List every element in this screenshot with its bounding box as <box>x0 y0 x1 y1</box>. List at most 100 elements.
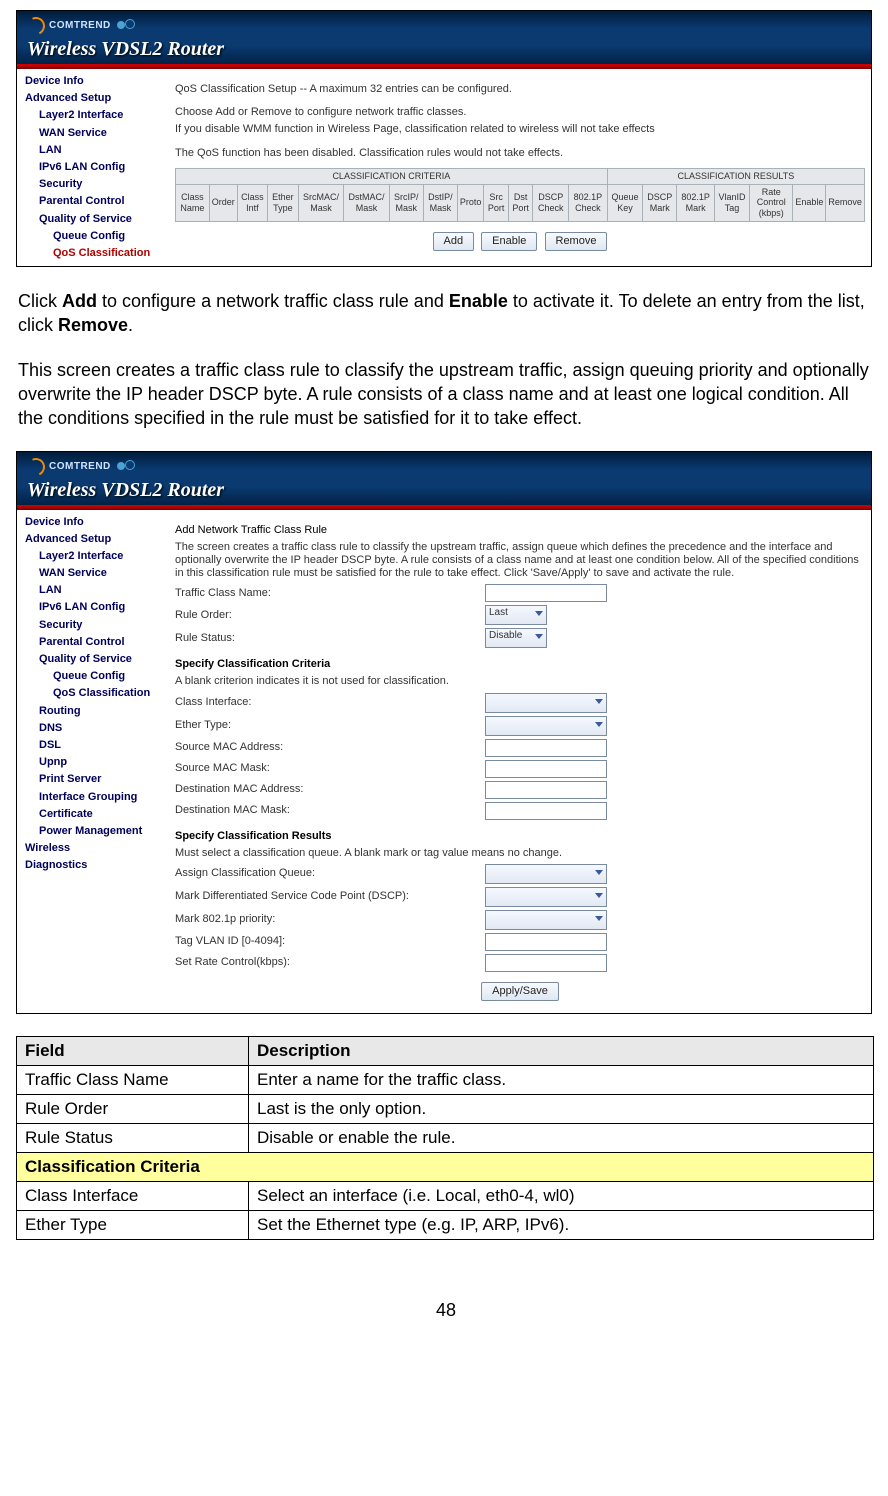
add-button[interactable]: Add <box>433 232 475 251</box>
remove-button[interactable]: Remove <box>545 232 608 251</box>
lbl-ci: Class Interface: <box>175 696 485 709</box>
nav-security[interactable]: Security <box>19 617 167 634</box>
table-row: Rule OrderLast is the only option. <box>17 1095 874 1124</box>
cell-field: Rule Order <box>17 1095 249 1124</box>
input-rate[interactable] <box>485 954 607 972</box>
nav-wan[interactable]: WAN Service <box>19 125 167 142</box>
sect-criteria-sub: A blank criterion indicates it is not us… <box>175 675 865 688</box>
nav-power[interactable]: Power Management <box>19 823 167 840</box>
nav-cert[interactable]: Certificate <box>19 806 167 823</box>
table-section-row: Classification Criteria <box>17 1153 874 1182</box>
nav-qos-classification[interactable]: QoS Classification <box>19 245 167 262</box>
router-header: COMTREND Wireless VDSL2 Router <box>17 452 871 510</box>
col-srcport: Src Port <box>484 184 509 221</box>
col-dstport: Dst Port <box>508 184 533 221</box>
nav-intf-group[interactable]: Interface Grouping <box>19 789 167 806</box>
nav-wireless[interactable]: Wireless <box>19 840 167 857</box>
table-header-row: Class Name Order Class Intf Ether Type S… <box>176 184 865 221</box>
txt: . <box>128 315 133 335</box>
nav-lan[interactable]: LAN <box>19 142 167 159</box>
lbl-rs: Rule Status: <box>175 632 485 645</box>
brand-name: COMTREND <box>49 461 111 473</box>
lbl-ro: Rule Order: <box>175 609 485 622</box>
enable-button[interactable]: Enable <box>481 232 537 251</box>
col-ethertype: Ether Type <box>268 184 299 221</box>
nav-lan[interactable]: LAN <box>19 582 167 599</box>
bold-remove: Remove <box>58 315 128 335</box>
select-rs[interactable]: Disable <box>485 628 547 648</box>
select-8021p[interactable] <box>485 910 607 930</box>
nav-layer2[interactable]: Layer2 Interface <box>19 107 167 124</box>
nav-dns[interactable]: DNS <box>19 720 167 737</box>
nav-qos[interactable]: Quality of Service <box>19 211 167 228</box>
brand-swirl-icon <box>24 14 47 37</box>
nav-advanced-setup[interactable]: Advanced Setup <box>19 90 167 107</box>
input-dmask[interactable] <box>485 802 607 820</box>
cell-desc: Disable or enable the rule. <box>249 1124 874 1153</box>
nav-queue-config[interactable]: Queue Config <box>19 668 167 685</box>
nav-device-info[interactable]: Device Info <box>19 514 167 531</box>
sect-results: Specify Classification Results <box>175 830 865 843</box>
th-field: Field <box>17 1037 249 1066</box>
input-dmac[interactable] <box>485 781 607 799</box>
col-srcip: SrcIP/ Mask <box>389 184 423 221</box>
product-title: Wireless VDSL2 Router <box>27 37 861 61</box>
group-criteria: CLASSIFICATION CRITERIA <box>176 168 608 184</box>
screenshot-add-rule: COMTREND Wireless VDSL2 Router Device In… <box>16 451 872 1015</box>
lbl-acq: Assign Classification Queue: <box>175 867 485 880</box>
col-8021pmark: 802.1P Mark <box>677 184 715 221</box>
header-stripe <box>17 505 871 510</box>
bold-enable: Enable <box>449 291 508 311</box>
col-ratecontrol: Rate Control (kbps) <box>750 184 793 221</box>
select-dscp[interactable] <box>485 887 607 907</box>
input-smask[interactable] <box>485 760 607 778</box>
table-row: Traffic Class NameEnter a name for the t… <box>17 1066 874 1095</box>
main-panel: Add Network Traffic Class Rule The scree… <box>167 510 871 1014</box>
product-title: Wireless VDSL2 Router <box>27 478 861 502</box>
nav-queue-config[interactable]: Queue Config <box>19 228 167 245</box>
screenshot-qos-list: COMTREND Wireless VDSL2 Router Device In… <box>16 10 872 267</box>
nav-device-info[interactable]: Device Info <box>19 73 167 90</box>
nav-qos-classification[interactable]: QoS Classification <box>19 685 167 702</box>
col-dscpcheck: DSCP Check <box>533 184 569 221</box>
instruction-para-2: This screen creates a traffic class rule… <box>18 358 874 431</box>
input-vlan[interactable] <box>485 933 607 951</box>
nav-dsl[interactable]: DSL <box>19 737 167 754</box>
col-proto: Proto <box>457 184 484 221</box>
select-ro[interactable]: Last <box>485 605 547 625</box>
select-ci[interactable] <box>485 693 607 713</box>
nav-parental[interactable]: Parental Control <box>19 193 167 210</box>
select-acq[interactable] <box>485 864 607 884</box>
nav-upnp[interactable]: Upnp <box>19 754 167 771</box>
select-et[interactable] <box>485 716 607 736</box>
input-tcn[interactable] <box>485 584 607 602</box>
nav-layer2[interactable]: Layer2 Interface <box>19 548 167 565</box>
col-8021pcheck: 802.1P Check <box>569 184 608 221</box>
apply-save-button[interactable]: Apply/Save <box>481 982 559 1001</box>
page-number: 48 <box>16 1300 876 1321</box>
nav-security[interactable]: Security <box>19 176 167 193</box>
panel-line1: Choose Add or Remove to configure networ… <box>175 106 865 119</box>
nav-ipv6[interactable]: IPv6 LAN Config <box>19 159 167 176</box>
nav-print[interactable]: Print Server <box>19 771 167 788</box>
table-row: Ether TypeSet the Ethernet type (e.g. IP… <box>17 1211 874 1240</box>
txt: to configure a network traffic class rul… <box>97 291 449 311</box>
nav-parental[interactable]: Parental Control <box>19 634 167 651</box>
nav-advanced-setup[interactable]: Advanced Setup <box>19 531 167 548</box>
col-srcmac: SrcMAC/ Mask <box>298 184 344 221</box>
col-dstip: DstIP/ Mask <box>423 184 457 221</box>
nav-routing[interactable]: Routing <box>19 703 167 720</box>
nav-wan[interactable]: WAN Service <box>19 565 167 582</box>
lbl-smask: Source MAC Mask: <box>175 762 485 775</box>
sect-results-sub: Must select a classification queue. A bl… <box>175 847 865 860</box>
bold-add: Add <box>62 291 97 311</box>
nav-qos[interactable]: Quality of Service <box>19 651 167 668</box>
nav-diag[interactable]: Diagnostics <box>19 857 167 874</box>
lbl-dmask: Destination MAC Mask: <box>175 804 485 817</box>
input-smac[interactable] <box>485 739 607 757</box>
panel-intro: The screen creates a traffic class rule … <box>175 541 865 581</box>
col-order: Order <box>209 184 237 221</box>
table-row: Rule StatusDisable or enable the rule. <box>17 1124 874 1153</box>
field-description-table: Field Description Traffic Class NameEnte… <box>16 1036 874 1240</box>
nav-ipv6[interactable]: IPv6 LAN Config <box>19 599 167 616</box>
